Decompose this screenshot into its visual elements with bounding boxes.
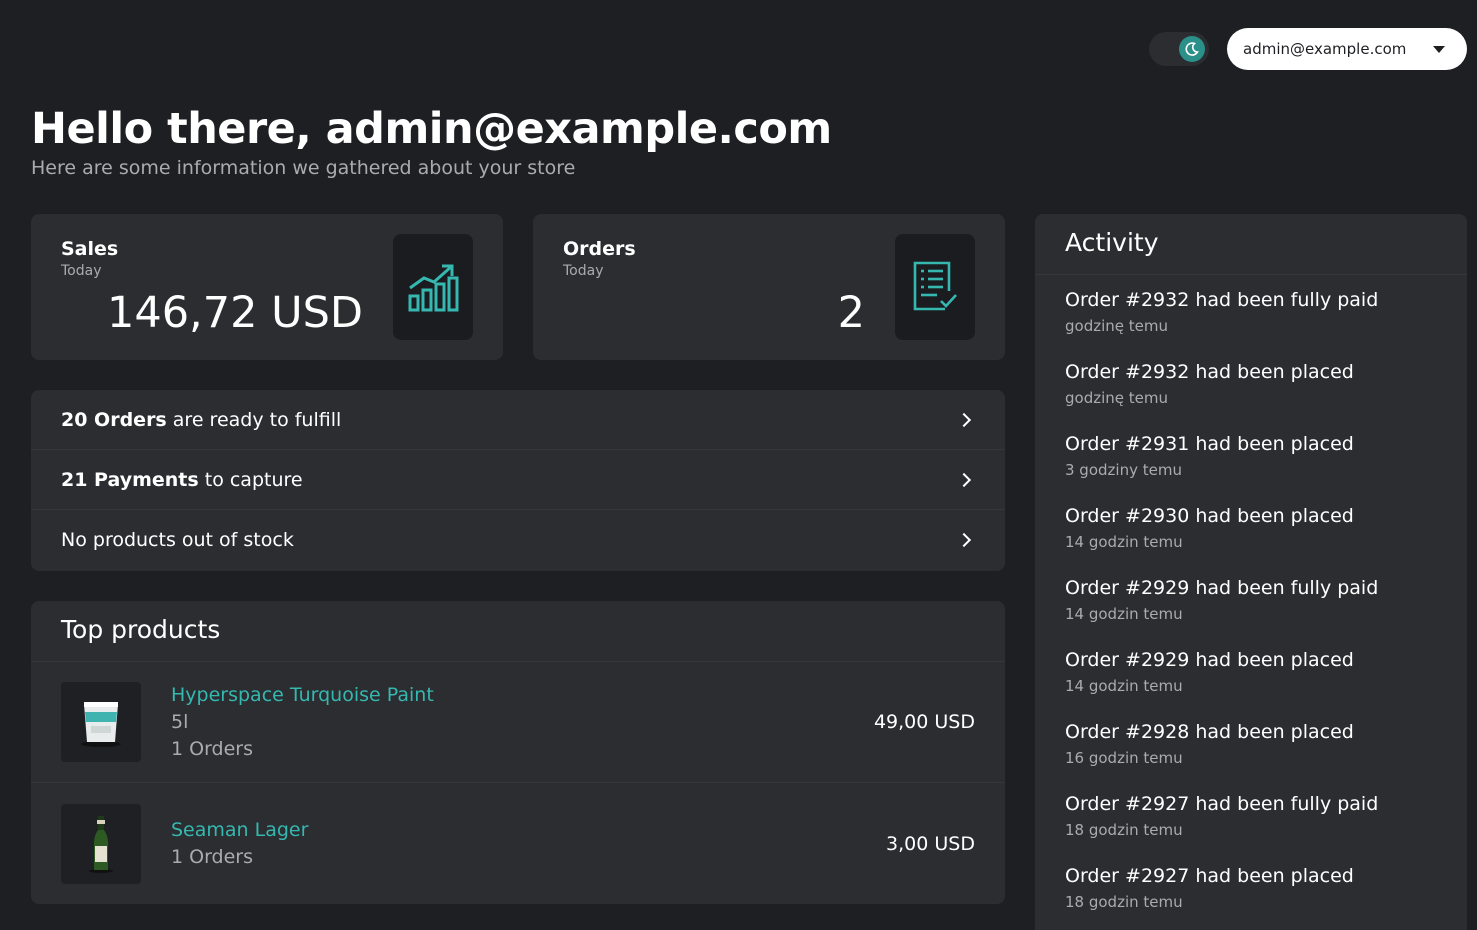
- activity-time: 14 godzin temu: [1065, 677, 1183, 695]
- product-orders-count: 1 Orders: [171, 846, 254, 868]
- out-of-stock-label: No products out of stock: [61, 529, 294, 551]
- activity-item: Order #2927 had been fully paid 18 godzi…: [1035, 793, 1467, 865]
- user-menu-select[interactable]: admin@example.com: [1227, 28, 1467, 70]
- activity-time: godzinę temu: [1065, 317, 1168, 335]
- page-title: Hello there, admin@example.com: [31, 104, 832, 154]
- orders-to-fulfill-label: 20 Orders are ready to fulfill: [61, 409, 341, 431]
- product-orders-count: 1 Orders: [171, 738, 254, 760]
- moon-icon: [1179, 36, 1205, 62]
- payments-to-capture-row[interactable]: 21 Payments to capture: [31, 450, 1005, 510]
- orders-card: Orders Today 2: [533, 214, 1005, 360]
- activity-card: Activity Order #2932 had been fully paid…: [1035, 214, 1467, 930]
- activity-text: Order #2932 had been fully paid: [1065, 289, 1379, 311]
- paint-bucket-thumbnail[interactable]: [61, 682, 141, 762]
- sales-card: Sales Today 146,72 USD: [31, 214, 503, 360]
- activity-time: 16 godzin temu: [1065, 749, 1183, 767]
- store-summary: 20 Orders are ready to fulfill 21 Paymen…: [31, 390, 1005, 571]
- user-email: admin@example.com: [1243, 40, 1407, 58]
- orders-period: Today: [563, 263, 604, 279]
- activity-item: Order #2927 had been placed 18 godzin te…: [1035, 865, 1467, 930]
- activity-text: Order #2929 had been placed: [1065, 649, 1354, 671]
- chevron-right-icon: [956, 532, 972, 548]
- fulfill-count: 20 Orders: [61, 408, 167, 431]
- activity-text: Order #2932 had been placed: [1065, 361, 1354, 383]
- product-row: Seaman Lager 1 Orders 3,00 USD: [31, 783, 1005, 904]
- activity-title: Activity: [1035, 214, 1467, 275]
- sales-period: Today: [61, 263, 102, 279]
- chevron-right-icon: [956, 412, 972, 427]
- activity-time: godzinę temu: [1065, 389, 1168, 407]
- product-variant: 5l: [171, 711, 189, 733]
- product-info: Hyperspace Turquoise Paint 5l 1 Orders: [171, 684, 874, 760]
- activity-text: Order #2927 had been fully paid: [1065, 793, 1379, 815]
- capture-text: to capture: [198, 468, 303, 491]
- orders-title: Orders: [563, 238, 636, 260]
- theme-toggle[interactable]: [1149, 32, 1209, 66]
- product-price: 49,00 USD: [873, 711, 975, 733]
- product-price: 3,00 USD: [886, 832, 975, 855]
- activity-time: 18 godzin temu: [1065, 821, 1183, 839]
- activity-item: Order #2929 had been placed 14 godzin te…: [1035, 649, 1467, 721]
- activity-item: Order #2930 had been placed 14 godzin te…: [1035, 505, 1467, 577]
- activity-item: Order #2932 had been placed godzinę temu: [1035, 361, 1467, 433]
- fulfill-text: are ready to fulfill: [166, 408, 342, 431]
- activity-time: 14 godzin temu: [1065, 605, 1183, 623]
- activity-item: Order #2929 had been fully paid 14 godzi…: [1035, 577, 1467, 649]
- out-of-stock-row[interactable]: No products out of stock: [31, 510, 1005, 570]
- checklist-icon: [895, 234, 975, 340]
- capture-count: 21 Payments: [61, 468, 199, 491]
- activity-text: Order #2928 had been placed: [1065, 721, 1354, 743]
- top-products-card: Top products Hyperspace Turquoise Paint …: [31, 601, 1005, 904]
- chart-growth-icon: [393, 234, 473, 340]
- product-info: Seaman Lager 1 Orders: [171, 819, 886, 868]
- orders-value: 2: [837, 288, 865, 338]
- activity-time: 3 godziny temu: [1065, 461, 1182, 479]
- activity-time: 18 godzin temu: [1065, 893, 1183, 911]
- dashboard-page: admin@example.com Hello there, admin@exa…: [0, 0, 1477, 930]
- top-products-title: Top products: [31, 601, 1005, 662]
- payments-to-capture-label: 21 Payments to capture: [61, 469, 303, 491]
- product-name-link[interactable]: Seaman Lager: [171, 819, 886, 841]
- activity-item: Order #2932 had been fully paid godzinę …: [1035, 289, 1467, 361]
- sales-value: 146,72 USD: [106, 288, 363, 338]
- activity-text: Order #2927 had been placed: [1065, 865, 1354, 887]
- activity-item: Order #2928 had been placed 16 godzin te…: [1035, 721, 1467, 793]
- activity-text: Order #2930 had been placed: [1065, 505, 1354, 527]
- product-row: Hyperspace Turquoise Paint 5l 1 Orders 4…: [31, 662, 1005, 783]
- orders-to-fulfill-row[interactable]: 20 Orders are ready to fulfill: [31, 390, 1005, 450]
- activity-time: 14 godzin temu: [1065, 533, 1183, 551]
- topbar: admin@example.com: [1149, 28, 1467, 70]
- page-subtitle: Here are some information we gathered ab…: [31, 157, 576, 179]
- beer-bottle-thumbnail[interactable]: [61, 803, 141, 884]
- activity-list: Order #2932 had been fully paid godzinę …: [1035, 275, 1467, 930]
- chevron-right-icon: [956, 472, 972, 487]
- activity-item: Order #2931 had been placed 3 godziny te…: [1035, 433, 1467, 505]
- activity-text: Order #2929 had been fully paid: [1065, 577, 1379, 599]
- activity-text: Order #2931 had been placed: [1065, 433, 1354, 455]
- caret-down-icon: [1433, 45, 1445, 53]
- product-name-link[interactable]: Hyperspace Turquoise Paint: [171, 684, 874, 706]
- sales-title: Sales: [61, 238, 119, 260]
